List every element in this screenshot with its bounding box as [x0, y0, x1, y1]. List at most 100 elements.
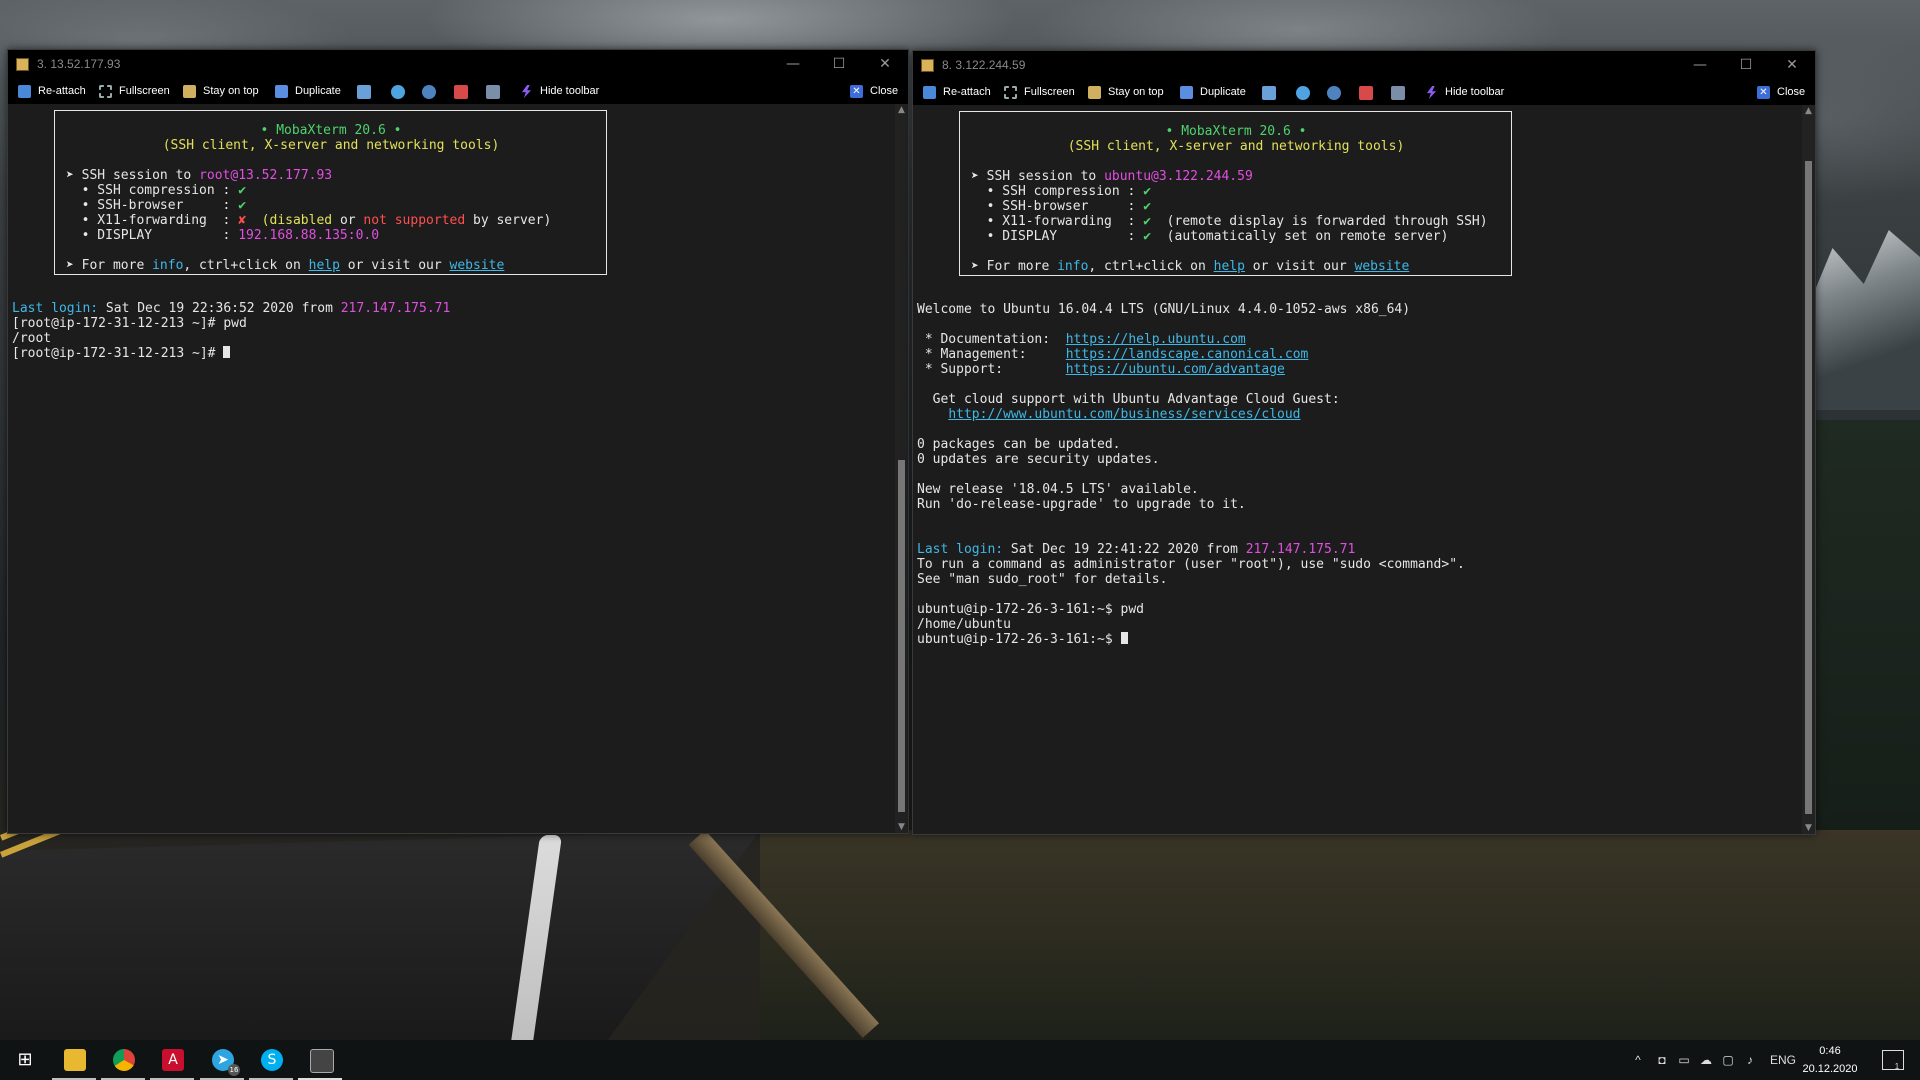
volume-icon[interactable]: ♪ — [1742, 1052, 1758, 1068]
notification-count: 1 — [1894, 1062, 1900, 1071]
scroll-up-arrow[interactable]: ▲ — [895, 104, 908, 116]
documentation-link[interactable]: https://help.ubuntu.com — [1066, 332, 1246, 347]
scrollbar-thumb[interactable] — [1805, 161, 1812, 814]
webcam-icon[interactable]: ◘ — [1654, 1052, 1670, 1068]
close-session-button[interactable]: ✕ Close — [850, 83, 898, 100]
hide-toolbar-label: Hide toolbar — [1445, 86, 1505, 98]
taskbar-acrobat[interactable]: A — [148, 1040, 196, 1080]
fullscreen-button[interactable]: Fullscreen — [1004, 84, 1075, 101]
folder-icon — [64, 1049, 86, 1071]
scroll-down-arrow[interactable]: ▼ — [1802, 822, 1815, 834]
onedrive-icon[interactable]: ☁ — [1698, 1052, 1714, 1068]
clock[interactable]: 0:46 20.12.2020 — [1800, 1042, 1860, 1078]
taskbar-mobaxterm[interactable] — [296, 1040, 344, 1080]
session-toolbar: Re-attach Fullscreen Stay on top Duplica… — [8, 79, 908, 104]
duplicate-button[interactable]: Duplicate — [275, 83, 341, 100]
scroll-down-arrow[interactable]: ▼ — [895, 821, 908, 833]
website-link[interactable]: website — [1355, 259, 1410, 274]
prompt-line: ubuntu@ip-172-26-3-161:~$ pwd — [917, 602, 1144, 617]
vertical-scrollbar[interactable]: ▲ ▼ — [1802, 105, 1815, 834]
save-icon[interactable] — [1359, 86, 1373, 100]
fullscreen-label: Fullscreen — [1024, 86, 1075, 98]
roadside-grass — [760, 830, 1920, 1040]
more-info-line: ➤ For more info, ctrl+click on help or v… — [66, 258, 505, 273]
zoom-out-icon[interactable] — [422, 85, 436, 99]
terminal-window-right[interactable]: 8. 3.122.244.59 — ☐ ✕ Re-attach Fullscre… — [912, 50, 1816, 835]
zoom-in-icon[interactable] — [1296, 86, 1310, 100]
minimize-button[interactable]: — — [770, 50, 816, 79]
fullscreen-button[interactable]: Fullscreen — [99, 83, 170, 100]
stay-on-top-button[interactable]: Stay on top — [1088, 84, 1164, 101]
reattach-icon — [923, 86, 936, 99]
help-link[interactable]: help — [309, 258, 340, 273]
hide-toolbar-button[interactable]: Hide toolbar — [520, 83, 599, 100]
support-link[interactable]: https://ubuntu.com/advantage — [1066, 362, 1285, 377]
hide-toolbar-button[interactable]: Hide toolbar — [1425, 84, 1504, 101]
taskbar-skype[interactable]: S — [247, 1040, 295, 1080]
close-window-button[interactable]: ✕ — [862, 50, 908, 79]
close-window-button[interactable]: ✕ — [1769, 51, 1815, 80]
sudo-man-line: See "man sudo_root" for details. — [917, 572, 1168, 587]
print-icon[interactable] — [1391, 86, 1405, 100]
cloud-link[interactable]: http://www.ubuntu.com/business/services/… — [948, 407, 1300, 422]
edit-icon[interactable] — [357, 85, 371, 99]
stay-on-top-icon — [183, 85, 196, 98]
vertical-scrollbar[interactable]: ▲ ▼ — [895, 104, 908, 833]
close-session-button[interactable]: ✕ Close — [1757, 84, 1805, 101]
duplicate-icon — [1180, 86, 1193, 99]
save-icon[interactable] — [454, 85, 468, 99]
skype-icon: S — [261, 1049, 283, 1071]
help-link[interactable]: help — [1214, 259, 1245, 274]
terminal-output[interactable]: • MobaXterm 20.6 • (SSH client, X-server… — [913, 105, 1802, 834]
windows-logo-icon: ⊞ — [17, 1049, 33, 1070]
prompt-line: [root@ip-172-31-12-213 ~]# pwd — [12, 316, 247, 331]
terminal-window-left[interactable]: 3. 13.52.177.93 — ☐ ✕ Re-attach Fullscre… — [7, 49, 909, 834]
bolt-icon — [521, 85, 532, 98]
management-link[interactable]: https://landscape.canonical.com — [1066, 347, 1309, 362]
ssh-compression-line: • SSH compression : ✔ — [66, 183, 247, 198]
zoom-in-icon[interactable] — [391, 85, 405, 99]
taskbar-file-explorer[interactable] — [50, 1040, 98, 1080]
taskbar-chrome[interactable] — [99, 1040, 147, 1080]
start-button[interactable]: ⊞ — [0, 1040, 48, 1080]
cloud-support-line: Get cloud support with Ubuntu Advantage … — [917, 392, 1340, 407]
zoom-out-icon[interactable] — [1327, 86, 1341, 100]
stay-on-top-button[interactable]: Stay on top — [183, 83, 259, 100]
chrome-icon — [113, 1049, 135, 1071]
info-link[interactable]: info — [152, 258, 183, 273]
reattach-icon — [18, 85, 31, 98]
banner-title: • MobaXterm 20.6 • — [1165, 124, 1307, 139]
minimize-button[interactable]: — — [1677, 51, 1723, 80]
x11-forwarding-line: • X11-forwarding : ✔ (remote display is … — [971, 214, 1488, 229]
website-link[interactable]: website — [450, 258, 505, 273]
terminal-output[interactable]: • MobaXterm 20.6 • (SSH client, X-server… — [8, 104, 895, 833]
taskbar-telegram[interactable]: ➤ 16 — [198, 1040, 246, 1080]
maximize-button[interactable]: ☐ — [816, 50, 862, 79]
output-line: /root — [12, 331, 52, 346]
mobaxterm-icon — [16, 58, 29, 71]
bolt-icon — [1426, 86, 1437, 99]
print-icon[interactable] — [486, 85, 500, 99]
duplicate-button[interactable]: Duplicate — [1180, 84, 1246, 101]
title-bar[interactable]: 3. 13.52.177.93 — ☐ ✕ — [8, 50, 908, 79]
title-bar[interactable]: 8. 3.122.244.59 — ☐ ✕ — [913, 51, 1815, 80]
scrollbar-thumb[interactable] — [898, 460, 905, 812]
clock-date: 20.12.2020 — [1802, 1063, 1858, 1075]
window-title: 3. 13.52.177.93 — [37, 57, 121, 71]
maximize-button[interactable]: ☐ — [1723, 51, 1769, 80]
x11-forwarding-line: • X11-forwarding : ✘ (disabled or not su… — [66, 213, 552, 228]
stay-on-top-label: Stay on top — [1108, 86, 1164, 98]
battery-icon[interactable]: ▭ — [1676, 1052, 1692, 1068]
info-link[interactable]: info — [1057, 259, 1088, 274]
chevron-up-icon[interactable]: ^ — [1630, 1052, 1646, 1068]
new-release-line: New release '18.04.5 LTS' available. — [917, 482, 1199, 497]
scroll-up-arrow[interactable]: ▲ — [1802, 105, 1815, 117]
reattach-button[interactable]: Re-attach — [923, 84, 991, 101]
upgrade-hint-line: Run 'do-release-upgrade' to upgrade to i… — [917, 497, 1246, 512]
network-icon[interactable]: ▢ — [1720, 1052, 1736, 1068]
notification-center-icon[interactable]: 1 — [1882, 1050, 1904, 1071]
language-indicator[interactable]: ENG — [1768, 1052, 1798, 1068]
reattach-button[interactable]: Re-attach — [18, 83, 86, 100]
edit-icon[interactable] — [1262, 86, 1276, 100]
taskbar: ⊞ A ➤ 16 S ^ ◘ ▭ ☁ ▢ ♪ ENG 0:46 20.12.20… — [0, 1040, 1920, 1080]
